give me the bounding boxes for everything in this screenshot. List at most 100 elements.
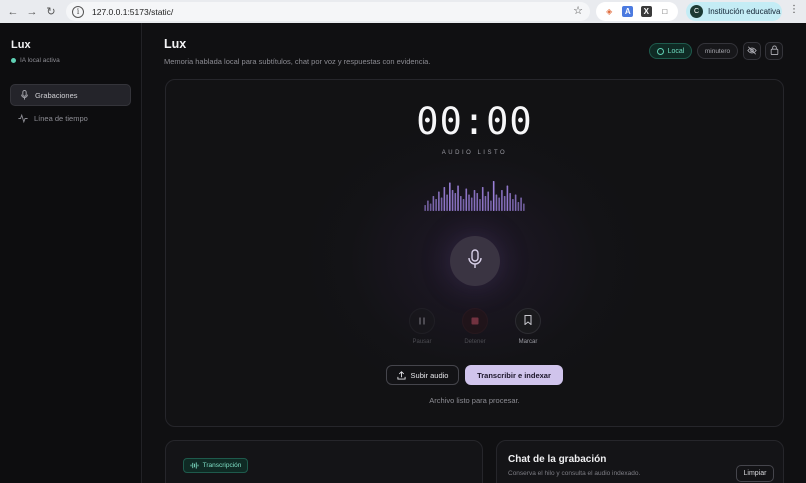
waveform-bar [498, 197, 500, 211]
local-badge-label: Local [667, 47, 685, 55]
transcription-card: Transcripción [165, 440, 483, 483]
bookmark-icon [524, 312, 532, 330]
waveform-bar [465, 188, 468, 211]
site-info-icon[interactable]: i [72, 5, 84, 18]
upload-icon [396, 370, 406, 380]
waveform-bar [454, 193, 457, 211]
ai-status: IA local activa [11, 57, 60, 64]
activity-icon [18, 113, 28, 123]
clear-chat-button[interactable]: Limpiar [736, 465, 774, 482]
reload-icon[interactable]: ↻ [43, 4, 59, 20]
waveform-bar [492, 181, 495, 211]
hide-button[interactable] [743, 42, 761, 60]
waveform-bar [490, 200, 492, 211]
url-text[interactable]: 127.0.0.1:5173/static/ [92, 7, 173, 17]
stop-icon [471, 312, 479, 330]
waveform-bar [523, 203, 525, 211]
mark-control[interactable]: Marcar [514, 308, 542, 345]
waveform-bar [435, 199, 437, 211]
eye-off-icon [747, 42, 757, 60]
waveform-bar [459, 196, 462, 211]
upload-audio-label: Subir audio [410, 370, 449, 380]
waveform-bar [443, 187, 446, 211]
sidebar-item-label: Grabaciones [35, 90, 78, 100]
pause-button[interactable] [409, 308, 435, 334]
extension-x-icon[interactable]: X [640, 6, 652, 17]
waveform-bar [451, 190, 454, 211]
waveform-bar [424, 205, 426, 211]
extension-translate-icon[interactable]: A [622, 6, 634, 17]
avatar: C [690, 5, 703, 18]
page-subtitle: Memoria hablada local para subtítulos, c… [164, 57, 431, 66]
lock-icon [770, 42, 779, 60]
bookmark-star-icon[interactable]: ☆ [573, 4, 583, 17]
waveform-bar [479, 199, 481, 211]
stop-control[interactable]: Detener [461, 308, 489, 345]
pause-icon [418, 312, 426, 330]
waveform-bar [432, 196, 435, 211]
waveform-bar [468, 194, 470, 211]
extensions-group: ◈ A X □ [596, 2, 678, 21]
browser-menu-icon[interactable]: ⋮ [789, 4, 799, 15]
waveform-bar [495, 194, 498, 211]
status-text: IA local activa [20, 57, 60, 64]
sidebar-item-label: Línea de tiempo [34, 113, 88, 123]
stop-button[interactable] [462, 308, 488, 334]
waveform-bar [517, 202, 520, 211]
audio-status: AUDIO LISTO [441, 150, 508, 156]
profile-chip[interactable]: C Institución educativa [686, 2, 782, 21]
sidebar-item-timeline[interactable]: Línea de tiempo [10, 107, 131, 129]
waveform-bar [473, 190, 476, 211]
waveform-bar [449, 182, 451, 211]
chat-card: Chat de la grabación Conserva el hilo y … [496, 440, 784, 483]
lock-button[interactable] [765, 42, 783, 60]
waveform-bar [429, 203, 432, 211]
mark-label: Marcar [518, 339, 538, 345]
waveform-bar [503, 196, 506, 211]
waveform-bar [484, 196, 487, 211]
extensions-puzzle-icon[interactable]: □ [659, 6, 670, 17]
back-icon[interactable]: ← [5, 4, 21, 20]
sidebar-item-recordings[interactable]: Grabaciones [10, 84, 131, 106]
waveform-bar [520, 197, 522, 211]
extension-shield-icon[interactable]: ◈ [604, 6, 615, 17]
page-title: Lux [164, 37, 187, 51]
audio-lines-icon [190, 462, 199, 469]
file-status: Archivo listo para procesar. [429, 396, 520, 405]
waveform-bar [427, 200, 429, 211]
waveform-bar [457, 185, 459, 211]
waveform-bar [501, 190, 503, 211]
browser-toolbar: ← → ↻ i 127.0.0.1:5173/static/ ☆ ◈ A X □… [0, 0, 806, 23]
sidebar: Lux IA local activa Grabaciones Línea de… [0, 23, 142, 483]
granularity-badge[interactable]: minutero [697, 43, 738, 59]
waveform-bar [440, 197, 443, 211]
local-badge[interactable]: Local [649, 43, 692, 59]
mark-button[interactable] [515, 308, 541, 334]
pause-label: Pausar [412, 339, 432, 345]
recorder-card: 00:00 AUDIO LISTO Pausar Detener Marcar … [165, 79, 784, 427]
waveform-bar [514, 194, 517, 211]
waveform-bar [446, 194, 448, 211]
forward-icon[interactable]: → [24, 4, 40, 20]
record-button[interactable] [450, 236, 500, 286]
transcription-tag[interactable]: Transcripción [183, 458, 248, 473]
waveform-bar [481, 187, 484, 211]
address-bar[interactable]: i 127.0.0.1:5173/static/ ☆ [66, 2, 590, 21]
waveform [424, 181, 525, 211]
main-content: Lux Memoria hablada local para subtítulo… [143, 23, 806, 483]
waveform-bar [462, 199, 465, 211]
local-target-icon [656, 47, 664, 55]
status-dot-icon [11, 58, 16, 63]
waveform-bar [509, 193, 511, 211]
upload-audio-button[interactable]: Subir audio [386, 365, 459, 385]
waveform-bar [506, 185, 509, 211]
waveform-bar [512, 199, 514, 211]
profile-name: Institución educativa [708, 7, 781, 16]
stop-label: Detener [464, 339, 486, 345]
brand-name: Lux [11, 39, 31, 51]
waveform-bar [438, 191, 440, 211]
transcribe-index-button[interactable]: Transcribir e indexar [465, 365, 563, 385]
chat-subtitle: Conserva el hilo y consulta el audio ind… [508, 470, 641, 477]
waveform-bar [476, 193, 479, 211]
pause-control[interactable]: Pausar [408, 308, 436, 345]
